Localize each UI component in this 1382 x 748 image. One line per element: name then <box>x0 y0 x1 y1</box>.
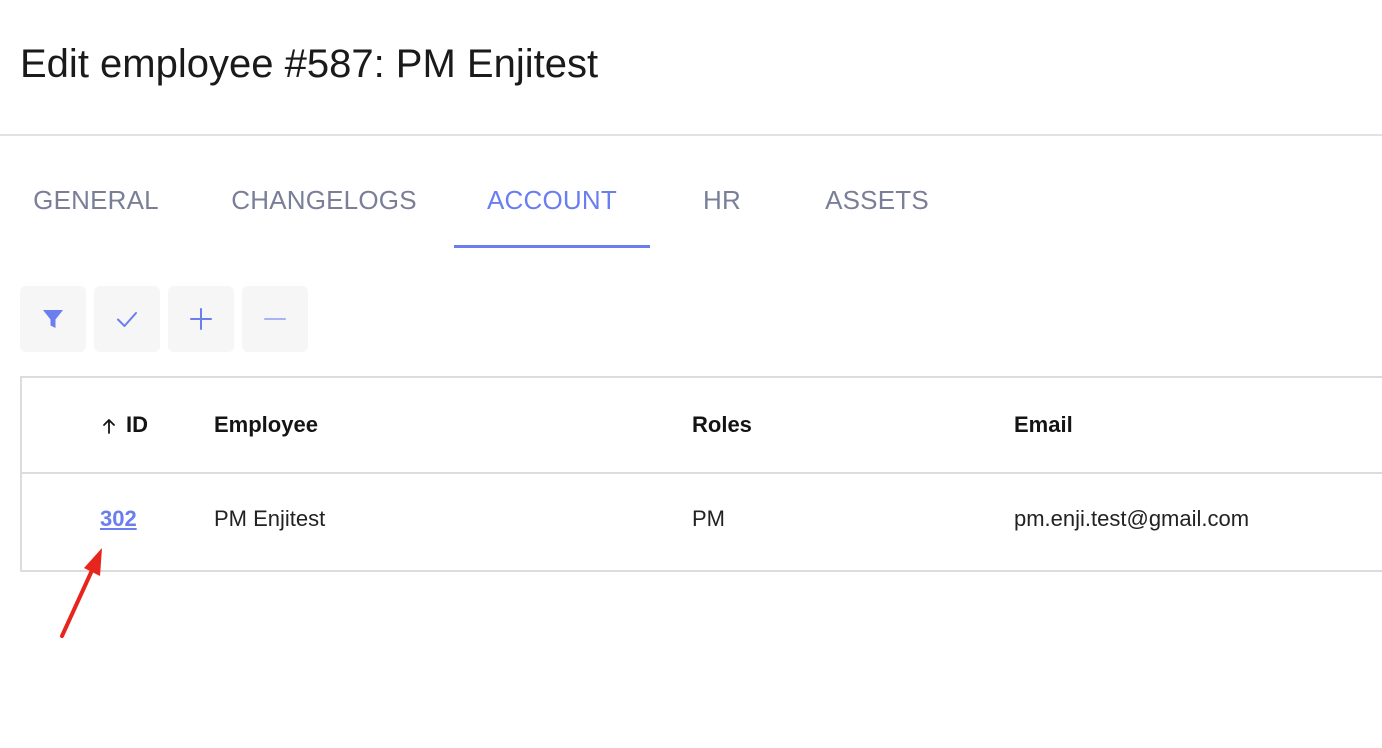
accounts-table: ID Employee Roles Email 302 PM Enjitest … <box>20 376 1382 572</box>
plus-icon <box>188 306 214 332</box>
page: Edit employee #587: PM Enjitest GENERAL … <box>0 0 1382 748</box>
tab-assets[interactable]: ASSETS <box>814 170 940 248</box>
page-title: Edit employee #587: PM Enjitest <box>20 42 599 86</box>
tab-bar: GENERAL CHANGELOGS ACCOUNT HR ASSETS <box>20 170 1020 248</box>
tab-hr[interactable]: HR <box>692 170 752 248</box>
table-row: 302 PM Enjitest PM pm.enji.test@gmail.co… <box>22 474 1382 570</box>
check-button[interactable] <box>94 286 160 352</box>
filter-icon <box>41 307 65 331</box>
title-divider <box>0 134 1382 136</box>
arrow-up-icon[interactable] <box>102 418 116 439</box>
column-header-email[interactable]: Email <box>1014 412 1073 438</box>
remove-button[interactable] <box>242 286 308 352</box>
column-header-roles[interactable]: Roles <box>692 412 752 438</box>
column-header-id[interactable]: ID <box>126 412 148 438</box>
annotation-arrow-icon <box>54 540 114 645</box>
table-header: ID Employee Roles Email <box>22 378 1382 474</box>
tab-changelogs[interactable]: CHANGELOGS <box>228 170 420 248</box>
email-cell: pm.enji.test@gmail.com <box>1014 506 1250 531</box>
account-id-link[interactable]: 302 <box>100 506 137 532</box>
column-header-employee[interactable]: Employee <box>214 412 318 438</box>
check-icon <box>114 306 140 332</box>
tab-account[interactable]: ACCOUNT <box>454 170 650 248</box>
tab-general[interactable]: GENERAL <box>32 170 160 248</box>
roles-cell: PM <box>692 506 725 531</box>
employee-cell: PM Enjitest <box>214 506 326 531</box>
minus-icon <box>262 306 288 332</box>
filter-button[interactable] <box>20 286 86 352</box>
add-button[interactable] <box>168 286 234 352</box>
